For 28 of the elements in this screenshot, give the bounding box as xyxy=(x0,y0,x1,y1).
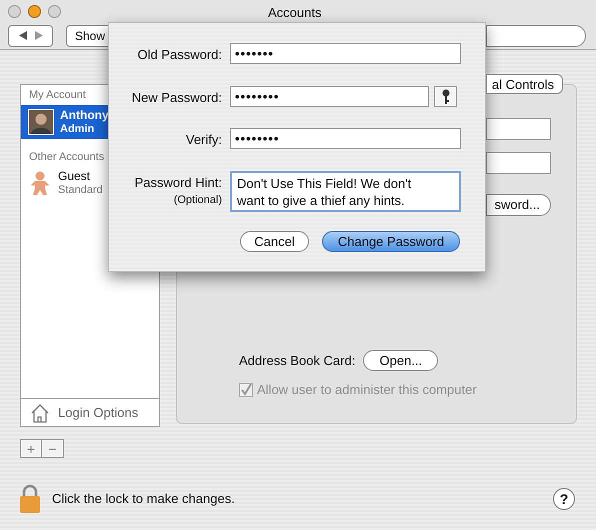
field-sublabel: (Optional) xyxy=(174,193,222,208)
field-label: Verify: xyxy=(186,131,222,149)
password-field[interactable]: ••••••• xyxy=(230,43,461,64)
lock-hint: Click the lock to make changes. xyxy=(52,490,235,508)
address-book-label: Address Book Card: xyxy=(239,352,356,370)
section-header: Other Accounts xyxy=(29,150,104,164)
field-label: Password Hint: xyxy=(134,174,222,192)
field-label: Old Password: xyxy=(137,46,222,64)
password-field[interactable]: •••••••• xyxy=(230,128,461,149)
account-name: Anthony xyxy=(60,108,109,122)
cancel-button[interactable]: Cancel xyxy=(240,230,309,252)
window-title: Accounts xyxy=(268,4,322,22)
help-button[interactable]: ? xyxy=(553,488,575,510)
account-name: Guest xyxy=(58,169,92,183)
hint-field[interactable]: Don't Use This Field! We don't want to give a thief any hints. xyxy=(230,170,461,212)
password-field[interactable]: •••••••• xyxy=(230,86,429,106)
login-options-item[interactable]: Login Options xyxy=(21,398,159,426)
change-password-button[interactable]: Change Password xyxy=(322,230,460,252)
account-role: Standard xyxy=(58,183,103,197)
add-button[interactable]: + xyxy=(20,439,42,458)
remove-button[interactable]: − xyxy=(42,439,64,458)
tab[interactable]: al Controls xyxy=(486,74,563,94)
field-label: New Password: xyxy=(132,88,222,106)
checkbox-label: Allow user to administer this computer xyxy=(257,381,477,399)
open-button[interactable]: Open... xyxy=(363,350,438,371)
password-button[interactable]: sword... xyxy=(486,194,551,216)
account-role: Admin xyxy=(60,122,96,136)
section-header: My Account xyxy=(29,88,86,103)
